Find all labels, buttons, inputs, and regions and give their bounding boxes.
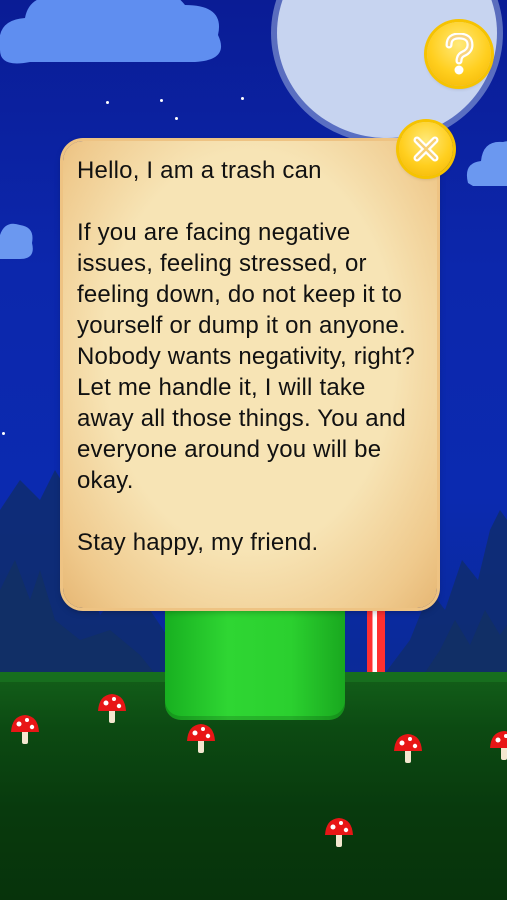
star (241, 97, 244, 100)
mushroom-icon (11, 715, 39, 744)
mushroom-icon (394, 734, 422, 763)
popup-closing: Stay happy, my friend. (77, 529, 319, 556)
popup-greeting: Hello, I am a trash can (77, 157, 322, 184)
message-popup: Hello, I am a trash can If you are facin… (63, 141, 437, 608)
star (2, 432, 5, 435)
mushroom-icon (98, 694, 126, 723)
game-scene: Hello, I am a trash can If you are facin… (0, 0, 507, 900)
close-x-icon (413, 136, 439, 162)
cloud-left (0, 223, 33, 259)
star (160, 99, 163, 102)
green-trash-can[interactable] (165, 600, 345, 720)
mushroom-icon (187, 724, 215, 753)
mushroom-icon (325, 818, 353, 847)
star (106, 101, 109, 104)
star (175, 117, 178, 120)
help-button[interactable] (427, 22, 491, 86)
popup-body-paragraph: Nobody wants negativity, right? Let me h… (77, 343, 415, 494)
popup-body-paragraph: If you are facing negative issues, feeli… (77, 219, 406, 339)
signpost-pole (367, 605, 385, 675)
question-mark-icon (445, 33, 474, 75)
mushroom-icon (490, 731, 507, 760)
cloud-right (466, 141, 507, 186)
cloud-top-left (0, 0, 222, 64)
close-button[interactable] (399, 122, 453, 176)
